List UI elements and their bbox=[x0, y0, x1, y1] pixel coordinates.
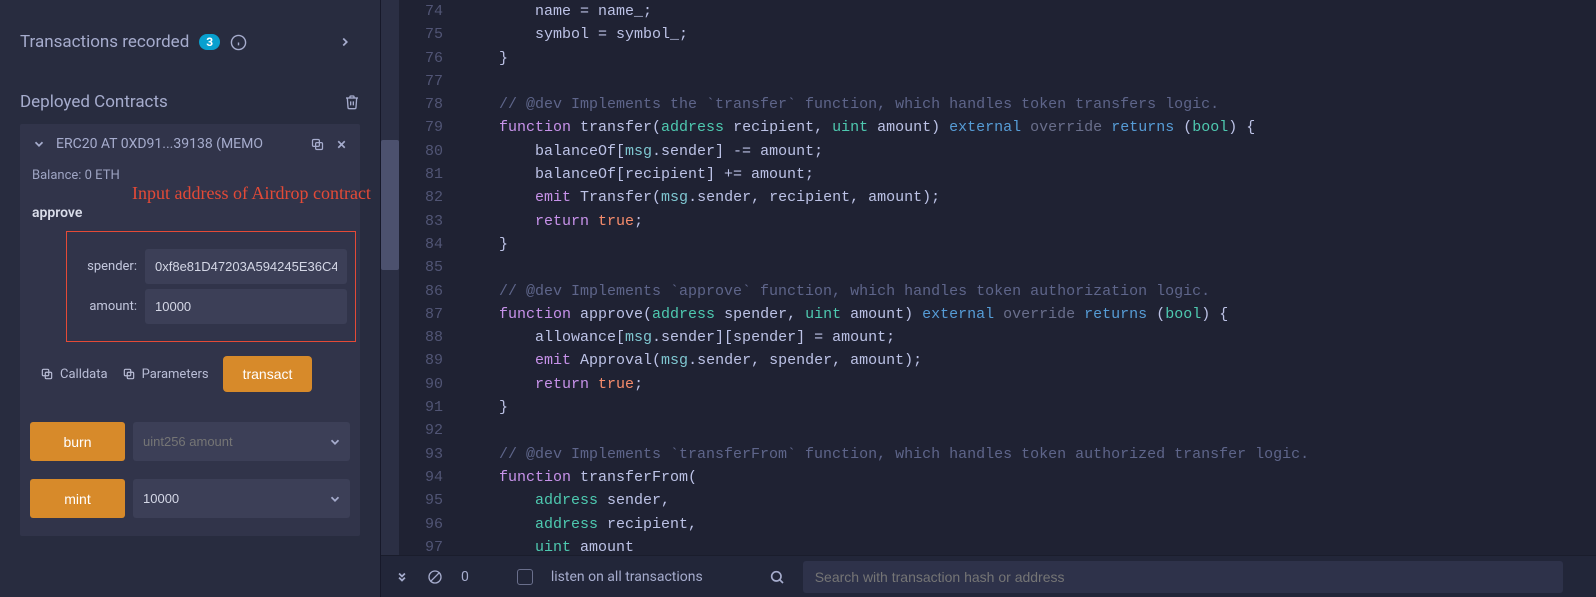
approve-label: approve bbox=[30, 205, 350, 231]
code-editor[interactable]: 7475767778798081828384858687888990919293… bbox=[381, 0, 1596, 597]
expand-mint-icon[interactable] bbox=[328, 492, 342, 506]
listen-checkbox[interactable] bbox=[517, 569, 533, 585]
calldata-label: Calldata bbox=[60, 367, 108, 382]
scrollbar-thumb[interactable] bbox=[381, 140, 399, 270]
transactions-count-badge: 3 bbox=[199, 34, 220, 50]
mint-function-row: mint bbox=[30, 479, 350, 518]
spender-input[interactable] bbox=[145, 249, 347, 284]
copy-icon[interactable] bbox=[310, 137, 325, 152]
tx-search-input[interactable] bbox=[803, 561, 1563, 593]
collapse-icon[interactable] bbox=[395, 570, 409, 584]
deployed-label: Deployed Contracts bbox=[20, 92, 168, 112]
amount-label: amount: bbox=[75, 299, 137, 314]
burn-button[interactable]: burn bbox=[30, 422, 125, 461]
line-gutter: 7475767778798081828384858687888990919293… bbox=[399, 0, 455, 555]
approve-function-panel: approve spender: amount: Calldata bbox=[30, 205, 350, 392]
expand-burn-icon[interactable] bbox=[328, 435, 342, 449]
mint-button[interactable]: mint bbox=[30, 479, 125, 518]
terminal-bar: 0 listen on all transactions bbox=[381, 555, 1596, 597]
chevron-right-icon[interactable] bbox=[338, 35, 352, 49]
chevron-down-icon[interactable] bbox=[32, 137, 46, 151]
code-content[interactable]: name = name_; symbol = symbol_; } // @de… bbox=[455, 0, 1596, 555]
calldata-button[interactable]: Calldata bbox=[40, 367, 108, 382]
spender-label: spender: bbox=[75, 259, 137, 274]
approve-inputs-highlight: spender: amount: bbox=[66, 231, 356, 342]
burn-function-row: burn bbox=[30, 422, 350, 461]
sidebar: Transactions recorded 3 Deployed Contrac… bbox=[0, 0, 380, 597]
contract-balance: Balance: 0 ETH bbox=[30, 162, 350, 197]
parameters-button[interactable]: Parameters bbox=[122, 367, 209, 382]
info-icon[interactable] bbox=[230, 34, 247, 51]
deployed-contracts-header: Deployed Contracts bbox=[20, 68, 360, 124]
contract-instance-card: ERC20 AT 0XD91...39138 (MEMO Balance: 0 … bbox=[20, 124, 360, 536]
close-icon[interactable] bbox=[335, 138, 348, 151]
ban-icon[interactable] bbox=[427, 569, 443, 585]
parameters-label: Parameters bbox=[142, 367, 209, 382]
pending-count: 0 bbox=[461, 569, 469, 585]
editor-vertical-scrollbar[interactable] bbox=[381, 0, 399, 555]
search-icon[interactable] bbox=[769, 569, 785, 585]
contract-title: ERC20 AT 0XD91...39138 (MEMO bbox=[56, 136, 300, 152]
transactions-header[interactable]: Transactions recorded 3 bbox=[20, 10, 360, 68]
transactions-label: Transactions recorded bbox=[20, 32, 189, 52]
burn-input[interactable] bbox=[143, 422, 328, 461]
amount-input[interactable] bbox=[145, 289, 347, 324]
trash-icon[interactable] bbox=[344, 94, 360, 110]
mint-input[interactable] bbox=[143, 479, 328, 518]
transact-button[interactable]: transact bbox=[223, 356, 313, 392]
listen-label: listen on all transactions bbox=[551, 569, 703, 585]
